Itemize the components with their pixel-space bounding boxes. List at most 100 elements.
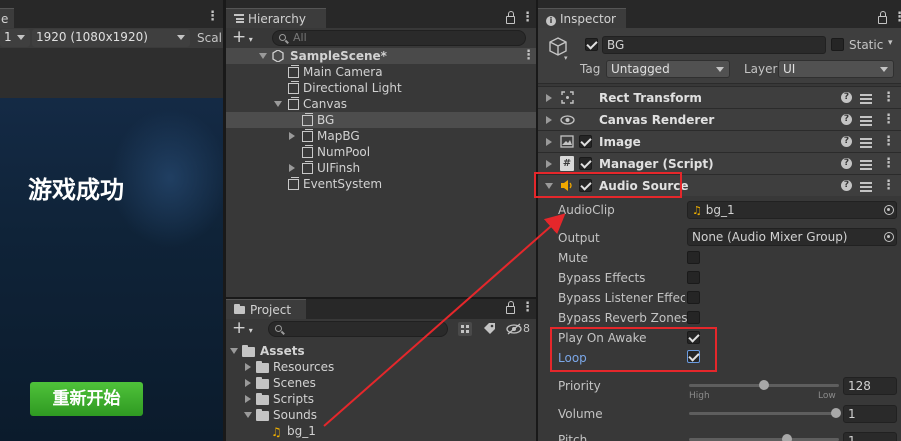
tab-game[interactable]: e: [0, 8, 14, 28]
restart-button[interactable]: 重新开始: [30, 382, 143, 416]
uifinsh-expand-icon[interactable]: [289, 164, 295, 172]
presets-icon[interactable]: [860, 115, 872, 126]
project-row-assets[interactable]: Assets: [226, 343, 536, 359]
hierarchy-row-scene[interactable]: SampleScene* ⋮: [226, 48, 536, 64]
tab-inspector[interactable]: i Inspector: [538, 8, 626, 28]
canvas-expand-icon[interactable]: [274, 101, 282, 107]
static-chevron-down-icon[interactable]: ▾: [888, 38, 893, 48]
bypass-reverb-zones-toggle[interactable]: [687, 311, 700, 324]
pitch-value-field[interactable]: 1: [843, 432, 897, 441]
mapbg-expand-icon[interactable]: [289, 132, 295, 140]
scripts-expand-icon[interactable]: [245, 395, 251, 403]
game-kebab-icon[interactable]: ⋮: [206, 10, 219, 24]
project-row[interactable]: Scenes: [226, 375, 536, 391]
hierarchy-row[interactable]: Main Camera: [226, 64, 536, 80]
scene-expand-icon[interactable]: [259, 53, 267, 59]
hierarchy-row-selected[interactable]: BG: [226, 112, 536, 128]
project-search-input[interactable]: [268, 321, 448, 337]
component-enabled-toggle[interactable]: [579, 135, 592, 148]
inspector-lock-icon[interactable]: [878, 11, 887, 24]
icon-dropdown-chevron-icon[interactable]: ▾: [564, 54, 568, 62]
priority-slider-knob[interactable]: [759, 380, 769, 390]
hidden-packages-icon[interactable]: 8: [506, 321, 536, 337]
help-icon[interactable]: ?: [841, 114, 852, 125]
tab-project[interactable]: Project: [226, 299, 306, 319]
hierarchy-row[interactable]: MapBG: [226, 128, 536, 144]
project-row[interactable]: Scripts: [226, 391, 536, 407]
hierarchy-row[interactable]: NumPool: [226, 144, 536, 160]
filter-by-type-icon[interactable]: [458, 322, 472, 336]
help-icon[interactable]: ?: [841, 180, 852, 191]
project-lock-icon[interactable]: [506, 301, 515, 314]
component-expand-icon[interactable]: [546, 160, 552, 168]
priority-value-field[interactable]: 128: [843, 377, 897, 395]
component-kebab-icon[interactable]: ⋮: [882, 179, 895, 193]
component-manager-script[interactable]: # Manager (Script) ? ⋮: [538, 152, 901, 174]
layer-select[interactable]: UI: [778, 60, 894, 78]
bypass-effects-toggle[interactable]: [687, 271, 700, 284]
tag-select[interactable]: Untagged: [606, 60, 730, 78]
hierarchy-row[interactable]: EventSystem: [226, 176, 536, 192]
filter-by-label-icon[interactable]: [482, 322, 496, 336]
hierarchy-item-label: NumPool: [317, 145, 371, 159]
component-kebab-icon[interactable]: ⋮: [882, 135, 895, 149]
tab-hierarchy[interactable]: Hierarchy: [226, 8, 326, 28]
component-canvas-renderer[interactable]: Canvas Renderer ? ⋮: [538, 108, 901, 130]
project-add-button[interactable]: + ▾: [232, 319, 253, 340]
presets-icon[interactable]: [860, 181, 872, 192]
presets-icon[interactable]: [860, 137, 872, 148]
hierarchy-tab-label: Hierarchy: [248, 12, 307, 26]
presets-icon[interactable]: [860, 93, 872, 104]
hierarchy-kebab-icon[interactable]: ⋮: [521, 11, 534, 25]
help-icon[interactable]: ?: [841, 136, 852, 147]
presets-icon[interactable]: [860, 159, 872, 170]
scene-kebab-icon[interactable]: ⋮: [522, 49, 535, 63]
mute-toggle[interactable]: [687, 251, 700, 264]
project-tab-label: Project: [250, 303, 292, 317]
inspector-kebab-icon[interactable]: ⋮: [893, 11, 901, 25]
object-picker-icon[interactable]: [884, 232, 894, 242]
component-expand-icon[interactable]: [546, 116, 552, 124]
component-rect-transform[interactable]: Rect Transform ? ⋮: [538, 86, 901, 108]
project-row[interactable]: Sounds: [226, 407, 536, 423]
bypass-listener-effects-toggle[interactable]: [687, 291, 700, 304]
project-kebab-icon[interactable]: ⋮: [521, 301, 534, 315]
resolution-select[interactable]: 1920 (1080x1920): [32, 29, 190, 47]
object-name-field[interactable]: BG: [602, 36, 826, 54]
hierarchy-add-button[interactable]: + ▾: [232, 28, 253, 49]
volume-value-field[interactable]: 1: [843, 405, 897, 423]
active-toggle[interactable]: [585, 38, 598, 51]
object-picker-icon[interactable]: [884, 205, 894, 215]
component-kebab-icon[interactable]: ⋮: [882, 91, 895, 105]
audioclip-field[interactable]: ♫ bg_1: [687, 201, 897, 219]
component-kebab-icon[interactable]: ⋮: [882, 113, 895, 127]
hierarchy-row[interactable]: Canvas: [226, 96, 536, 112]
project-row[interactable]: Resources: [226, 359, 536, 375]
component-expand-icon[interactable]: [546, 94, 552, 102]
volume-slider-track[interactable]: [689, 412, 839, 415]
hierarchy-lock-icon[interactable]: [506, 11, 515, 24]
hierarchy-item-label: Main Camera: [303, 65, 383, 79]
help-icon[interactable]: ?: [841, 92, 852, 103]
sounds-expand-icon[interactable]: [244, 412, 252, 418]
component-enabled-toggle[interactable]: [579, 157, 592, 170]
hierarchy-row[interactable]: UIFinsh: [226, 160, 536, 176]
win-text: 游戏成功: [28, 176, 124, 204]
help-icon[interactable]: ?: [841, 158, 852, 169]
component-expand-icon[interactable]: [546, 138, 552, 146]
hierarchy-search-input[interactable]: All: [272, 30, 526, 46]
scale-label[interactable]: Scal: [197, 31, 222, 45]
pitch-slider-knob[interactable]: [782, 434, 792, 441]
component-kebab-icon[interactable]: ⋮: [882, 157, 895, 171]
volume-label: Volume: [558, 407, 603, 421]
output-field[interactable]: None (Audio Mixer Group): [687, 228, 897, 246]
display-select[interactable]: 1: [0, 29, 30, 47]
component-image[interactable]: Image ? ⋮: [538, 130, 901, 152]
hierarchy-row[interactable]: Directional Light: [226, 80, 536, 96]
volume-slider-knob[interactable]: [831, 408, 841, 418]
scenes-expand-icon[interactable]: [245, 379, 251, 387]
project-row-audio[interactable]: ♫ bg_1: [226, 423, 536, 439]
static-toggle[interactable]: [831, 38, 844, 51]
resources-expand-icon[interactable]: [245, 363, 251, 371]
assets-expand-icon[interactable]: [230, 348, 238, 354]
